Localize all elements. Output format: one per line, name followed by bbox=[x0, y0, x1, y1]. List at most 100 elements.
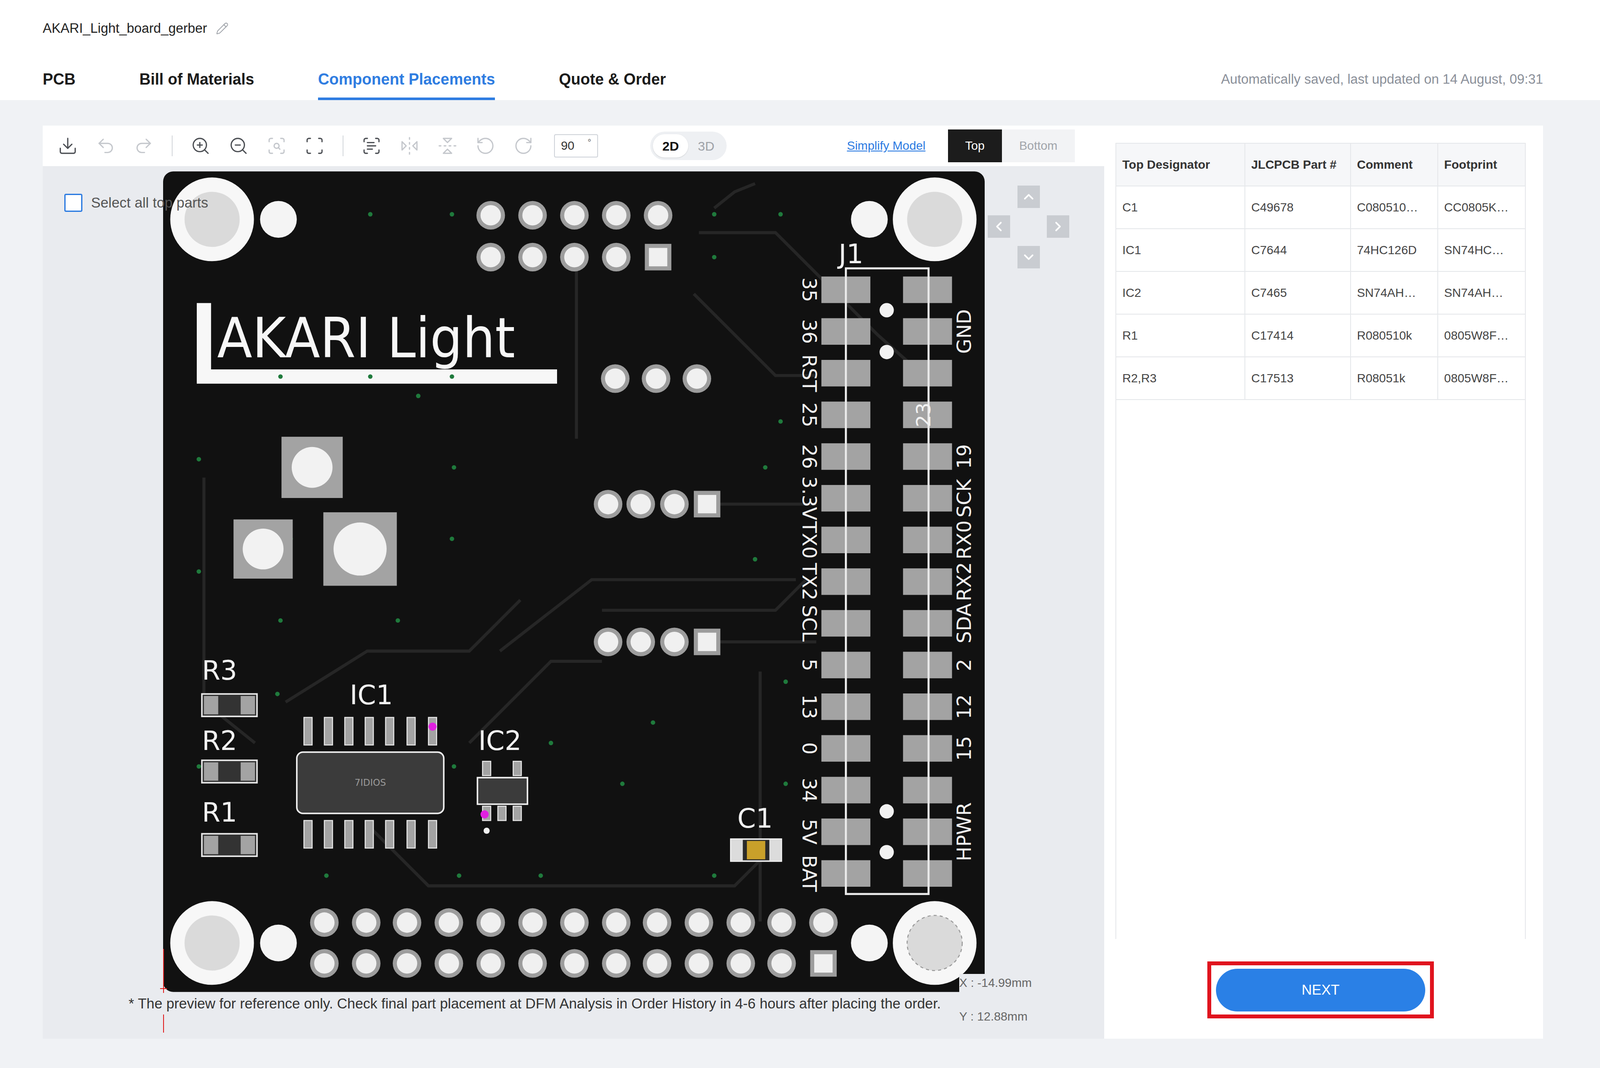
column-header: JLCPCB Part # bbox=[1245, 143, 1352, 186]
svg-text:26: 26 bbox=[797, 444, 821, 469]
tool-icon[interactable] bbox=[399, 135, 420, 156]
table-cell: SN74HC… bbox=[1438, 229, 1525, 271]
toolbar-separator bbox=[171, 135, 173, 157]
tool-icon[interactable] bbox=[361, 135, 382, 156]
table-row[interactable]: R2,R3C17513R08051k0805W8F… bbox=[1116, 357, 1525, 400]
mounting-hole bbox=[170, 177, 255, 262]
parts-table: Top DesignatorJLCPCB Part #CommentFootpr… bbox=[1115, 142, 1526, 939]
pad bbox=[642, 908, 672, 937]
pad bbox=[310, 908, 339, 937]
pan-button[interactable] bbox=[987, 215, 1011, 238]
pad bbox=[352, 908, 381, 937]
table-cell: IC1 bbox=[1116, 229, 1246, 271]
pad bbox=[434, 908, 463, 937]
ic-soic[interactable]: IC17IDIOS bbox=[296, 679, 445, 848]
pan-button[interactable] bbox=[1017, 245, 1040, 269]
svg-text:HPWR: HPWR bbox=[952, 802, 976, 862]
pan-button[interactable] bbox=[1017, 185, 1040, 208]
capacitor[interactable]: C1 bbox=[730, 803, 782, 862]
pad bbox=[560, 908, 589, 937]
document-name: AKARI_Light_board_gerber bbox=[42, 18, 208, 39]
tool-icon[interactable] bbox=[475, 135, 496, 156]
resistor[interactable]: R1 bbox=[201, 796, 258, 857]
side-option[interactable]: Top bbox=[948, 129, 1002, 163]
edit-icon[interactable] bbox=[215, 22, 229, 35]
svg-text:C1: C1 bbox=[737, 803, 773, 835]
tab[interactable]: Bill of Materials bbox=[139, 58, 255, 101]
power-pad bbox=[281, 436, 343, 498]
pad bbox=[693, 490, 721, 517]
board-title: AKARI Light bbox=[196, 302, 558, 384]
ic-sot[interactable]: IC2 bbox=[477, 725, 528, 834]
pad bbox=[310, 948, 339, 978]
view-mode-option[interactable]: 2D bbox=[652, 134, 689, 158]
tab[interactable]: PCB bbox=[42, 58, 76, 101]
save-status: Automatically saved, last updated on 14 … bbox=[1221, 58, 1544, 101]
canvas[interactable]: AKARI LightJ13536RST25263.3VTX0TX2SCL513… bbox=[42, 166, 1105, 1039]
resistor[interactable]: R2 bbox=[201, 725, 258, 783]
pad bbox=[726, 948, 756, 978]
toolbar-separator bbox=[342, 135, 344, 157]
tab[interactable]: Quote & Order bbox=[558, 58, 666, 101]
tool-icon[interactable] bbox=[190, 135, 211, 156]
tool-icon[interactable] bbox=[513, 135, 534, 156]
simplify-model-link[interactable]: Simplify Model bbox=[847, 136, 926, 155]
tool-icon[interactable] bbox=[133, 135, 154, 156]
small-hole bbox=[850, 924, 888, 962]
svg-text:TX0: TX0 bbox=[797, 520, 821, 559]
table-cell: C17414 bbox=[1245, 314, 1352, 357]
tool-icon[interactable] bbox=[228, 135, 249, 156]
rotation-input[interactable]: 90° bbox=[554, 134, 599, 158]
tool-icon[interactable] bbox=[57, 135, 78, 156]
select-all-checkbox[interactable] bbox=[64, 193, 83, 212]
table-cell: R2,R3 bbox=[1116, 357, 1246, 400]
view-mode-toggle: 2D3D bbox=[650, 131, 727, 161]
next-button[interactable]: NEXT bbox=[1215, 968, 1426, 1012]
svg-text:SCK: SCK bbox=[952, 478, 976, 518]
view-mode-option[interactable]: 3D bbox=[688, 134, 724, 158]
table-cell: C49678 bbox=[1245, 186, 1352, 229]
table-cell: R1 bbox=[1116, 314, 1246, 357]
svg-text:IC1: IC1 bbox=[349, 679, 393, 711]
header: AKARI_Light_board_gerber PCB Bill of Mater… bbox=[0, 0, 1600, 101]
resistor[interactable]: R3 bbox=[201, 655, 258, 717]
svg-text:RST: RST bbox=[797, 354, 821, 393]
mounting-hole bbox=[892, 177, 977, 262]
table-row[interactable]: C1C49678C080510…CC0805K… bbox=[1116, 186, 1525, 230]
table-row[interactable]: IC1C764474HC126DSN74HC… bbox=[1116, 229, 1525, 272]
svg-text:J1: J1 bbox=[837, 238, 864, 270]
svg-text:19: 19 bbox=[952, 444, 976, 469]
pad bbox=[767, 948, 796, 978]
select-all[interactable]: Select all top parts bbox=[64, 192, 208, 214]
svg-text:3.3V: 3.3V bbox=[797, 476, 821, 521]
tab[interactable]: Component Placements bbox=[318, 58, 495, 101]
pcb-board[interactable]: AKARI LightJ13536RST25263.3VTX0TX2SCL513… bbox=[163, 171, 985, 993]
cursor-tick bbox=[160, 988, 167, 989]
document-title-row: AKARI_Light_board_gerber bbox=[42, 18, 1544, 38]
svg-text:13: 13 bbox=[797, 694, 821, 719]
svg-text:GND: GND bbox=[952, 309, 976, 354]
next-highlight: NEXT bbox=[1207, 961, 1434, 1019]
side-option[interactable]: Bottom bbox=[1001, 129, 1075, 163]
svg-text:TX2: TX2 bbox=[797, 562, 821, 601]
main-panel: 90° 2D3D Simplify Model TopBottom AKARI Ligh… bbox=[42, 125, 1544, 1039]
table-cell: C7465 bbox=[1245, 271, 1352, 314]
column-header: Comment bbox=[1351, 143, 1439, 186]
svg-text:R3: R3 bbox=[201, 655, 238, 687]
pad bbox=[726, 908, 756, 937]
table-row[interactable]: IC2C7465SN74AH…SN74AH… bbox=[1116, 271, 1525, 315]
power-pad bbox=[323, 512, 397, 586]
tool-icon[interactable] bbox=[266, 135, 287, 156]
connector-j1[interactable]: J13536RST25263.3VTX0TX2SCL5130345VBATGND… bbox=[797, 238, 977, 895]
pad bbox=[643, 201, 673, 230]
tab-underline bbox=[318, 97, 495, 101]
svg-text:BAT: BAT bbox=[797, 854, 821, 892]
tool-icon[interactable] bbox=[437, 135, 458, 156]
tool-icon[interactable] bbox=[95, 135, 116, 156]
tool-icon[interactable] bbox=[304, 135, 325, 156]
table-row[interactable]: R1C17414R080510k0805W8F… bbox=[1116, 314, 1525, 358]
table-cell: C7644 bbox=[1245, 229, 1352, 271]
svg-text:23: 23 bbox=[912, 402, 936, 428]
table-cell: C1 bbox=[1116, 186, 1246, 229]
pan-button[interactable] bbox=[1046, 215, 1070, 238]
